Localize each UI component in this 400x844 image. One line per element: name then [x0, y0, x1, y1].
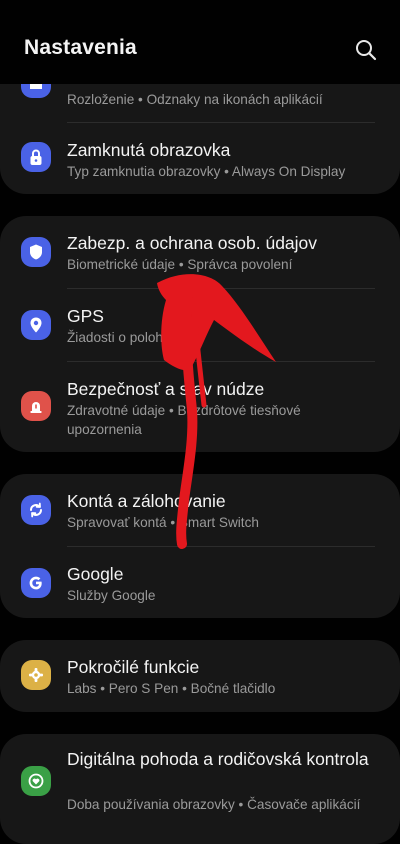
location-pin-icon	[21, 310, 51, 340]
search-icon	[356, 40, 377, 61]
settings-group-accounts: Kontá a zálohovanie Spravovať kontá • Sm…	[0, 474, 400, 618]
search-button[interactable]	[352, 36, 380, 64]
shield-icon	[21, 237, 51, 267]
page-title: Nastavenia	[24, 36, 137, 59]
setting-google[interactable]: Google Služby Google	[0, 547, 400, 618]
settings-group-wellbeing: Digitálna pohoda a rodičovská kontrola D…	[0, 734, 400, 844]
setting-subtitle: Biometrické údaje • Správca povolení	[67, 257, 293, 272]
heart-circle-icon	[21, 766, 51, 796]
setting-lock-screen[interactable]: Zamknutá obrazovka Typ zamknutia obrazov…	[0, 123, 400, 194]
setting-label: Zamknutá obrazovka	[67, 140, 231, 160]
setting-security-privacy[interactable]: Zabezp. a ochrana osob. údajov Biometric…	[0, 216, 400, 288]
setting-subtitle: Rozloženie • Odznaky na ikonách aplikáci…	[67, 92, 323, 107]
setting-label: Zabezp. a ochrana osob. údajov	[67, 233, 318, 253]
app-header: Nastavenia	[0, 0, 400, 84]
setting-subtitle: Žiadosti o polohu	[67, 330, 171, 345]
setting-subtitle: Labs • Pero S Pen • Bočné tlačidlo	[67, 681, 276, 696]
google-icon	[21, 568, 51, 598]
setting-label: Digitálna pohoda a rodičovská kontrola	[67, 749, 369, 769]
setting-label: GPS	[67, 306, 104, 326]
setting-gps[interactable]: GPS Žiadosti o polohu	[0, 289, 400, 361]
setting-safety-emergency[interactable]: Bezpečnosť a stav núdze Zdravotné údaje …	[0, 362, 400, 452]
setting-label: Bezpečnosť a stav núdze	[67, 379, 265, 399]
setting-subtitle: Typ zamknutia obrazovky • Always On Disp…	[67, 164, 346, 179]
setting-label: Kontá a zálohovanie	[67, 491, 226, 511]
settings-group-security: Zabezp. a ochrana osob. údajov Biometric…	[0, 216, 400, 452]
emergency-icon	[21, 391, 51, 421]
setting-digital-wellbeing[interactable]: Digitálna pohoda a rodičovská kontrola D…	[0, 734, 400, 830]
setting-accounts-backup[interactable]: Kontá a zálohovanie Spravovať kontá • Sm…	[0, 474, 400, 546]
setting-subtitle: Služby Google	[67, 588, 156, 603]
puzzle-gear-icon	[21, 660, 51, 690]
lock-icon	[21, 142, 51, 172]
setting-advanced-features[interactable]: Pokročilé funkcie Labs • Pero S Pen • Bo…	[0, 640, 400, 712]
setting-subtitle: Zdravotné údaje • Bezdrôtové tiesňové up…	[67, 403, 301, 437]
setting-subtitle: Doba používania obrazovky • Časovače apl…	[67, 797, 361, 812]
setting-label: Pokročilé funkcie	[67, 657, 200, 677]
sync-icon	[21, 495, 51, 525]
settings-group-advanced: Pokročilé funkcie Labs • Pero S Pen • Bo…	[0, 640, 400, 712]
setting-label: Google	[67, 564, 124, 584]
setting-subtitle: Spravovať kontá • Smart Switch	[67, 515, 259, 530]
